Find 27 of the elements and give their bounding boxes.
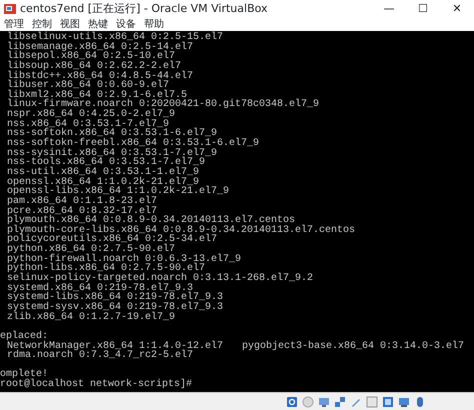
terminal-line: systemd-sysv.x86_64 0:219-78.el7_9.3 <box>7 302 224 313</box>
window-title: centos7end [正在运行] - Oracle VM VirtualBox <box>20 1 269 17</box>
menu-item[interactable]: 控制 <box>32 18 52 31</box>
terminal-line: nss-softokn.x86_64 0:3.53.1-6.el7_9 <box>7 128 218 140</box>
close-button[interactable]: ✕ <box>440 0 474 18</box>
menu-item[interactable]: 帮助 <box>144 18 164 31</box>
terminal-line: root@localhost network-scripts]# <box>0 379 192 390</box>
terminal-line: eplaced: <box>0 330 48 342</box>
terminal-line: nss-util.x86_64 0:3.53.1-1.el7_9 <box>7 166 200 178</box>
menu-item[interactable]: 管理 <box>4 18 24 31</box>
display-icon[interactable] <box>398 396 410 408</box>
maximize-button[interactable]: ☐ <box>406 0 440 18</box>
monitor-icon[interactable] <box>318 396 330 408</box>
app-icon <box>4 3 16 15</box>
terminal-line: libsoup.x86_64 0:2.62.2-2.el7 <box>7 60 182 72</box>
menu-item[interactable]: 设备 <box>116 18 136 31</box>
terminal-line: pam.x86_64 0:1.1.8-23.el7 <box>7 196 158 207</box>
screen-icon[interactable] <box>382 396 394 408</box>
window-icon[interactable] <box>366 396 378 408</box>
terminal-line: rdma.noarch 0:7.3_4.7_rc2-5.el7 <box>7 350 194 362</box>
menu-item[interactable]: 热键 <box>88 18 108 31</box>
mouse-icon[interactable] <box>414 396 426 408</box>
terminal-line: pygobject3-base.x86_64 0:3.14.0-3.el7 <box>242 340 464 352</box>
minimize-button[interactable]: — <box>372 0 406 18</box>
menu-item[interactable]: 视图 <box>60 18 80 31</box>
terminal-line: libselinux-utils.x86_64 0:2.5-15.el7 <box>7 32 224 43</box>
terminal-line: zlib.x86_64 0:1.2.7-19.el7_9 <box>7 312 176 323</box>
